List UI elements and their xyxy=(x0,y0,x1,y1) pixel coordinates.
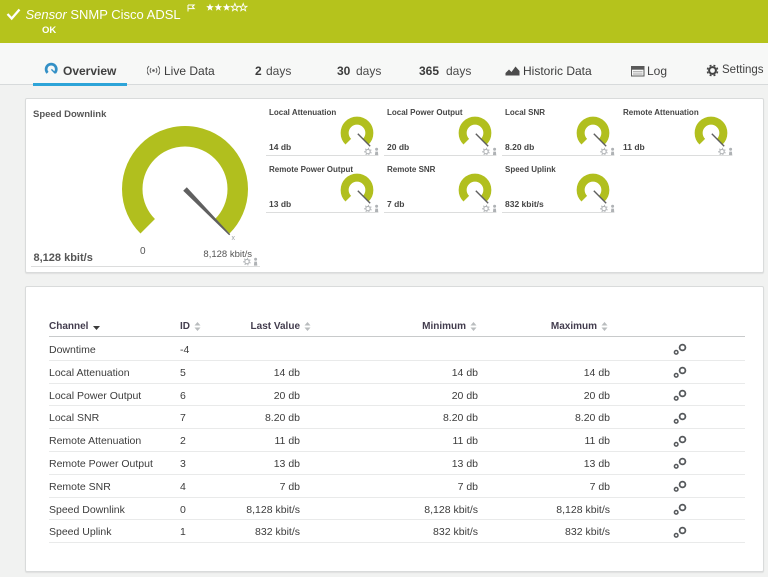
svg-text:x: x xyxy=(232,235,236,242)
